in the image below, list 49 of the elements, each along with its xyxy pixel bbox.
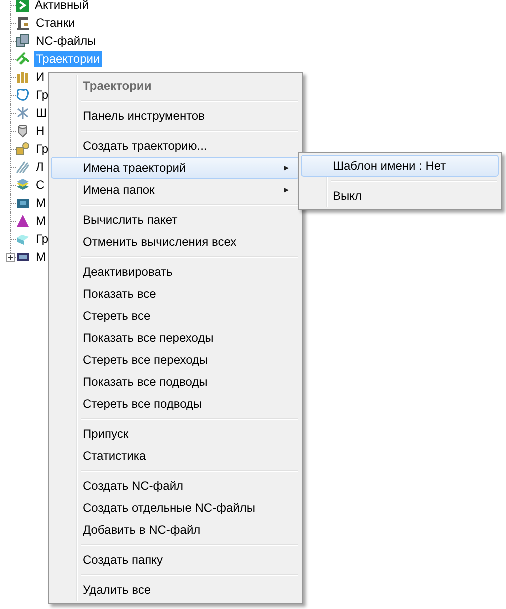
tree-item[interactable]: Гр xyxy=(34,141,50,157)
tree-item[interactable]: Гр xyxy=(34,87,50,103)
menu-item[interactable]: Показать все переходы xyxy=(51,327,300,349)
submenu-item[interactable]: Имена папок ▸ xyxy=(51,179,300,201)
machine-icon xyxy=(16,16,30,30)
tree-item[interactable]: Станки xyxy=(34,15,78,31)
tree-item[interactable]: М xyxy=(34,213,48,229)
block-icon xyxy=(16,232,30,246)
menu-item[interactable]: Создать папку xyxy=(51,549,300,571)
tree-item[interactable]: Ш xyxy=(34,105,49,121)
tree-item[interactable]: Гр xyxy=(34,231,50,247)
pyramid-icon xyxy=(16,214,30,228)
expand-icon[interactable] xyxy=(6,253,15,262)
menu-item[interactable]: Выкл xyxy=(301,185,499,207)
menu-item[interactable]: Стереть все переходы xyxy=(51,349,300,371)
menu-item[interactable]: Деактивировать xyxy=(51,261,300,283)
menu-item[interactable]: Показать все подводы xyxy=(51,371,300,393)
menu-item[interactable]: Создать траекторию... xyxy=(51,135,300,157)
tree-item[interactable]: И xyxy=(34,69,47,85)
tree-item[interactable]: Активный xyxy=(33,0,91,13)
boundary-icon xyxy=(16,88,30,102)
menu-item[interactable]: Стереть все xyxy=(51,305,300,327)
layers-icon xyxy=(16,178,30,192)
menu-item[interactable]: Вычислить пакет xyxy=(51,209,300,231)
menu-item[interactable]: Создать отдельные NC-файлы xyxy=(51,497,300,519)
chevron-icon xyxy=(16,0,29,12)
cylinder-icon xyxy=(16,124,30,138)
tree-item[interactable]: Н xyxy=(34,123,47,139)
menu-item[interactable]: Панель инструментов xyxy=(51,105,300,127)
menu-item[interactable]: Шаблон имени : Нет xyxy=(301,155,499,177)
tree-item[interactable]: Л xyxy=(34,159,46,175)
tree-item[interactable]: С xyxy=(34,177,47,193)
menu-item[interactable]: Стереть все подводы xyxy=(51,393,300,415)
tree-item[interactable]: М xyxy=(34,249,48,265)
menu-item[interactable]: Добавить в NC-файл xyxy=(51,519,300,541)
menu-item[interactable]: Статистика xyxy=(51,445,300,467)
shapes-icon xyxy=(16,142,30,156)
submenu-item[interactable]: Имена траекторий ▸ xyxy=(51,157,300,179)
file-stack-icon xyxy=(16,34,30,48)
menu-item[interactable]: Припуск xyxy=(51,423,300,445)
tree-item[interactable]: NC-файлы xyxy=(34,33,98,49)
tools-icon xyxy=(16,70,30,84)
lines-icon xyxy=(16,160,30,174)
menu-item[interactable]: Отменить вычисления всех xyxy=(51,231,300,253)
menu-item[interactable]: Удалить все xyxy=(51,579,300,601)
tree-item[interactable]: М xyxy=(34,195,48,211)
menu-header: Траектории xyxy=(82,78,153,95)
menu-item[interactable]: Показать все xyxy=(51,283,300,305)
menu-item[interactable]: Создать NC-файл xyxy=(51,475,300,497)
